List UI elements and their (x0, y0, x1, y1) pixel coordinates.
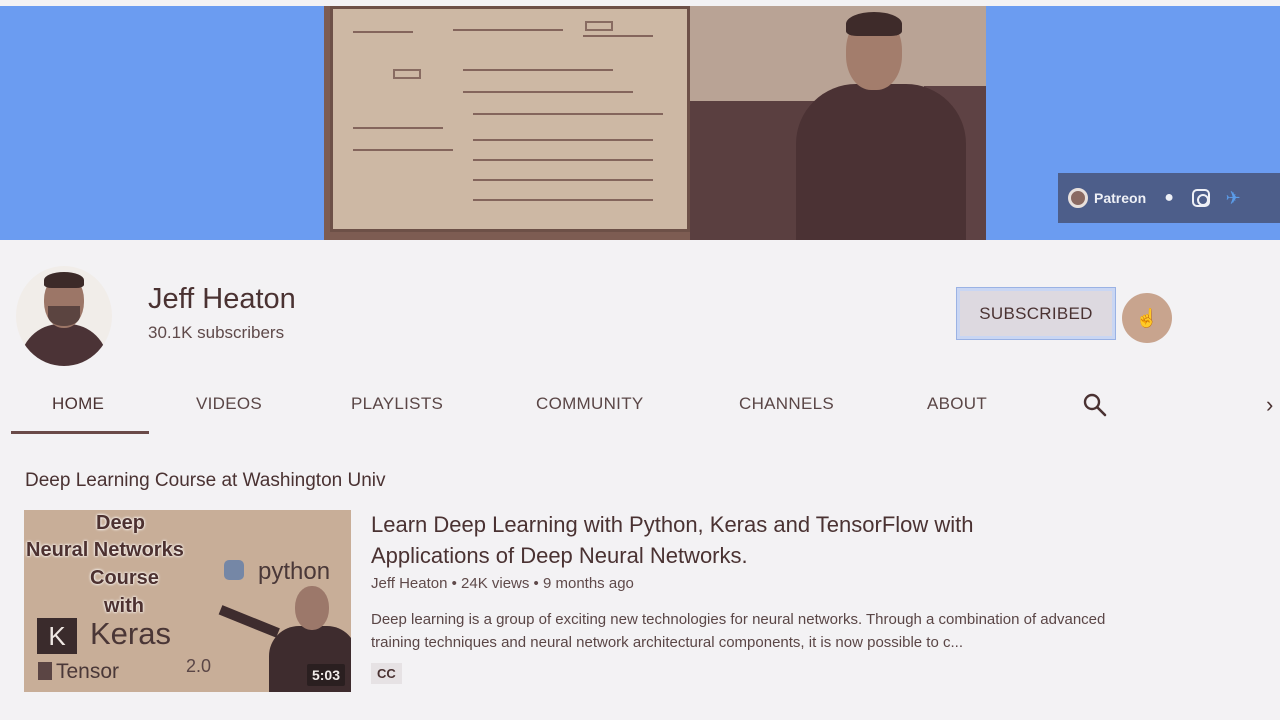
thumb-text: Course (90, 567, 159, 589)
subscribe-button[interactable]: SUBSCRIBED (956, 287, 1116, 340)
tab-channels[interactable]: CHANNELS (739, 394, 834, 414)
chevron-right-icon[interactable]: › (1266, 392, 1273, 418)
thumb-tensor-text: Tensor (56, 660, 120, 683)
video-description: Deep learning is a group of exciting new… (371, 611, 1106, 651)
tab-videos[interactable]: VIDEOS (196, 394, 262, 414)
video-thumbnail[interactable]: Deep Neural Networks Course with python … (24, 510, 351, 692)
channel-banner: Patreon ● ✈ (0, 6, 1280, 240)
patreon-link[interactable]: Patreon (1068, 188, 1146, 208)
active-tab-indicator (11, 431, 149, 434)
instagram-icon[interactable] (1192, 189, 1211, 207)
twitter-icon[interactable]: ✈ (1224, 189, 1242, 207)
person-silhouette (796, 84, 966, 240)
globe-icon[interactable]: ● (1160, 189, 1178, 207)
thumb-text: with (104, 595, 144, 617)
hand-cursor-icon: ☝ (1135, 307, 1159, 328)
tab-playlists[interactable]: PLAYLISTS (351, 394, 443, 414)
subscriber-count: 30.1K subscribers (148, 323, 285, 342)
channel-name: Jeff Heaton (148, 283, 296, 315)
notification-bell-button[interactable]: ☝ (1122, 293, 1172, 343)
tab-community[interactable]: COMMUNITY (536, 394, 644, 414)
search-icon[interactable] (1082, 392, 1108, 418)
keras-logo-icon: K (37, 618, 77, 654)
banner-photo (324, 6, 986, 240)
cc-badge: CC (371, 663, 402, 684)
patreon-label: Patreon (1094, 190, 1147, 206)
tab-about[interactable]: ABOUT (927, 394, 987, 414)
tab-home[interactable]: HOME (52, 394, 104, 414)
social-links: Patreon ● ✈ (1058, 173, 1280, 223)
patreon-icon (1068, 188, 1088, 208)
thumb-text: Deep (96, 512, 145, 534)
thumb-python-text: python (258, 558, 331, 585)
thumb-version-text: 2.0 (186, 656, 212, 676)
video-title[interactable]: Learn Deep Learning with Python, Keras a… (371, 509, 1071, 571)
channel-tabs: HOME VIDEOS PLAYLISTS COMMUNITY CHANNELS… (0, 380, 1280, 436)
python-logo-icon (224, 560, 244, 580)
shelf-title[interactable]: Deep Learning Course at Washington Univ (25, 470, 386, 492)
thumb-text: Neural Networks (26, 539, 184, 561)
video-meta: Jeff Heaton • 24K views • 9 months ago (371, 575, 634, 592)
whiteboard (330, 6, 690, 232)
thumb-keras-text: Keras (90, 616, 171, 651)
channel-avatar[interactable] (16, 266, 112, 366)
video-duration: 5:03 (306, 664, 345, 686)
